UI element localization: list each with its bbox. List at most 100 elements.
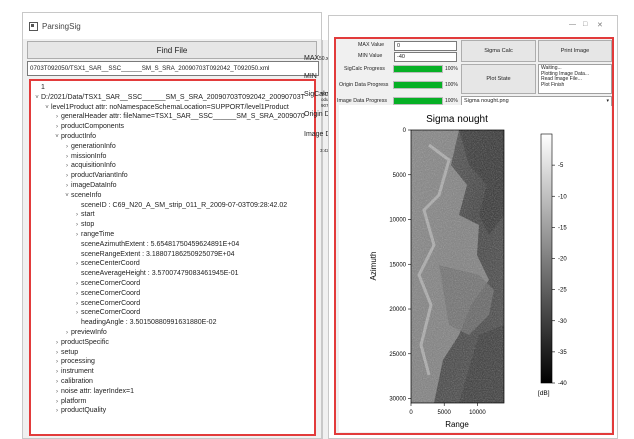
tree-node-label: generalHeader attr: fileName=TSX1_SAR__S… bbox=[61, 113, 305, 121]
tree-node[interactable]: › productComponents bbox=[53, 122, 124, 131]
image-progress-percent: 100% bbox=[445, 98, 458, 104]
collapsed-arrow-icon[interactable]: › bbox=[73, 280, 81, 289]
maximize-button[interactable]: □ bbox=[583, 21, 587, 28]
tree-node[interactable]: › setup bbox=[53, 348, 78, 357]
tree-node[interactable]: ˅ level1Product attr: noNamespaceSchemaLo… bbox=[43, 103, 289, 112]
chevron-down-icon[interactable]: ▾ bbox=[606, 97, 609, 105]
tree-node[interactable]: › generationInfo bbox=[63, 142, 116, 151]
collapsed-arrow-icon[interactable]: › bbox=[73, 260, 81, 269]
tree-node[interactable]: › sceneCornerCoord bbox=[73, 289, 140, 298]
x-tick-label: 10000 bbox=[469, 410, 486, 416]
tree-node-label: generationInfo bbox=[71, 142, 116, 150]
tree-node[interactable]: › missionInfo bbox=[63, 152, 106, 161]
tree-node[interactable]: › start bbox=[73, 210, 95, 219]
file-path-field[interactable]: 0703T092050/TSX1_SAR__SSC______SM_S_SRA_… bbox=[27, 61, 319, 76]
tree-node[interactable]: › rangeTime bbox=[73, 230, 114, 239]
collapsed-arrow-icon[interactable]: › bbox=[73, 300, 81, 309]
tree-node[interactable]: › sceneCornerCoord bbox=[73, 279, 140, 288]
log-line: Plot Finish bbox=[541, 81, 565, 88]
collapsed-arrow-icon[interactable]: › bbox=[63, 162, 71, 171]
tree-node[interactable]: headingAngle : 3.50150880991631880E-02 bbox=[73, 318, 216, 327]
tree-node[interactable]: › acquisitionInfo bbox=[63, 161, 116, 170]
collapsed-arrow-icon[interactable]: › bbox=[73, 221, 81, 230]
collapsed-arrow-icon[interactable]: › bbox=[53, 349, 61, 358]
sigma-calc-button[interactable]: Sigma Calc bbox=[461, 40, 536, 62]
tree-node-label: start bbox=[81, 211, 95, 219]
collapsed-arrow-icon[interactable]: › bbox=[63, 143, 71, 152]
expanded-arrow-icon[interactable]: ˅ bbox=[33, 94, 41, 103]
tree-node[interactable]: ˅ sceneInfo bbox=[63, 191, 101, 200]
tree-node[interactable]: › imageDataInfo bbox=[63, 181, 117, 190]
collapsed-arrow-icon[interactable]: › bbox=[73, 231, 81, 240]
tree-node-label: sceneID : C69_N20_A_SM_strip_011_R_2009-… bbox=[81, 201, 288, 209]
tree-node-label: rangeTime bbox=[81, 231, 115, 238]
tree-node[interactable]: › sceneCornerCoord bbox=[73, 299, 140, 308]
tree-node-label: sceneCornerCoord bbox=[81, 289, 141, 297]
collapsed-arrow-icon[interactable]: › bbox=[53, 339, 61, 348]
collapsed-arrow-icon[interactable]: › bbox=[53, 398, 61, 407]
collapsed-arrow-icon[interactable]: › bbox=[53, 358, 61, 367]
y-tick-label: 25000 bbox=[389, 352, 406, 358]
collapsed-arrow-icon[interactable]: › bbox=[53, 123, 61, 132]
print-image-button[interactable]: Print Image bbox=[538, 40, 612, 62]
max-value-input[interactable]: 0 bbox=[394, 41, 457, 51]
collapsed-arrow-icon[interactable]: › bbox=[53, 407, 61, 416]
tree-node-label: processing bbox=[61, 358, 95, 366]
collapsed-arrow-icon[interactable]: › bbox=[63, 153, 71, 162]
chart-title: Sigma nought bbox=[426, 114, 488, 125]
collapsed-arrow-icon[interactable]: › bbox=[63, 172, 71, 181]
tree-node[interactable]: 1 bbox=[33, 83, 45, 92]
tree-node[interactable]: › productQuality bbox=[53, 406, 106, 415]
collapsed-arrow-icon[interactable]: › bbox=[53, 378, 61, 387]
tree-node-label: sceneAzimuthExtent : 5.65481750459624891… bbox=[81, 240, 240, 248]
tree-node[interactable]: ˅ D:/2021/Data/TSX1_SAR__SSC______SM_S_SR… bbox=[33, 93, 305, 102]
tree-node-label: platform bbox=[61, 397, 87, 405]
tree-node[interactable]: › instrument bbox=[53, 367, 94, 376]
collapsed-arrow-icon[interactable]: › bbox=[63, 182, 71, 191]
tree-node-label: noise attr: layerIndex=1 bbox=[61, 387, 134, 395]
collapsed-arrow-icon[interactable]: › bbox=[53, 368, 61, 377]
expanded-arrow-icon[interactable]: ˅ bbox=[53, 133, 61, 142]
collapsed-arrow-icon[interactable]: › bbox=[53, 113, 61, 122]
y-tick-label: 0 bbox=[403, 128, 407, 134]
colorbar-ticks: -5 -10 -15 -20 -25 -30 -35 -40 bbox=[552, 163, 567, 387]
tree-node[interactable]: › platform bbox=[53, 397, 86, 406]
tree-node[interactable]: › productSpecific bbox=[53, 338, 109, 347]
tree-node-label: sceneCenterCoord bbox=[81, 260, 140, 268]
tree-node-label: sceneCornerCoord bbox=[81, 299, 141, 307]
tree-node[interactable]: › productVariantInfo bbox=[63, 171, 128, 180]
sigma-control-panel: MAX Value 0 MIN Value -40 Sigma Calc Pri… bbox=[334, 37, 614, 435]
parsing-window-titlebar[interactable]: ParsingSig bbox=[23, 13, 321, 39]
close-button[interactable]: ✕ bbox=[597, 21, 603, 29]
tree-node[interactable]: › sceneCornerCoord bbox=[73, 308, 140, 317]
tree-node[interactable]: › calibration bbox=[53, 377, 93, 386]
expanded-arrow-icon[interactable]: ˅ bbox=[63, 192, 71, 201]
tree-node-label: missionInfo bbox=[71, 152, 107, 160]
tree-node[interactable]: sceneRangeExtent : 3.18807186250925079E+… bbox=[73, 250, 235, 259]
tree-node[interactable]: › generalHeader attr: fileName=TSX1_SAR__… bbox=[53, 112, 305, 121]
collapsed-arrow-icon[interactable]: › bbox=[73, 211, 81, 220]
collapsed-arrow-icon[interactable]: › bbox=[73, 309, 81, 318]
tree-node-label: acquisitionInfo bbox=[71, 162, 116, 170]
sigma-nought-chart: Sigma nought 0 5000 10000 15000 20000 25000 30… bbox=[369, 114, 567, 429]
tree-node[interactable]: › noise attr: layerIndex=1 bbox=[53, 387, 134, 396]
origin-progress-label: Origin Data Progress bbox=[339, 82, 389, 88]
tree-node[interactable]: sceneAzimuthExtent : 5.65481750459624891… bbox=[73, 240, 239, 249]
tree-node[interactable]: sceneID : C69_N20_A_SM_strip_011_R_2009-… bbox=[73, 201, 287, 210]
tree-node[interactable]: › stop bbox=[73, 220, 94, 229]
tree-node[interactable]: › previewInfo bbox=[63, 328, 107, 337]
min-value-input[interactable]: -40 bbox=[394, 52, 457, 62]
collapsed-arrow-icon[interactable]: › bbox=[73, 290, 81, 299]
tree-node[interactable]: ˅ productInfo bbox=[53, 132, 96, 141]
find-file-button[interactable]: Find File bbox=[27, 41, 317, 59]
tree-node[interactable]: › sceneCenterCoord bbox=[73, 259, 140, 268]
tree-node[interactable]: sceneAverageHeight : 3.57007479083461945… bbox=[73, 269, 239, 278]
expanded-arrow-icon[interactable]: ˅ bbox=[43, 104, 51, 113]
y-tick-label: 20000 bbox=[389, 307, 406, 313]
minimize-button[interactable]: — bbox=[569, 21, 576, 28]
tree-node[interactable]: › processing bbox=[53, 357, 95, 366]
tree-node-label: previewInfo bbox=[71, 329, 107, 336]
collapsed-arrow-icon[interactable]: › bbox=[53, 388, 61, 397]
xml-tree-view[interactable]: 1 ˅ D:/2021/Data/TSX1_SAR__SSC______SM_S_S… bbox=[29, 79, 316, 436]
collapsed-arrow-icon[interactable]: › bbox=[63, 329, 71, 338]
